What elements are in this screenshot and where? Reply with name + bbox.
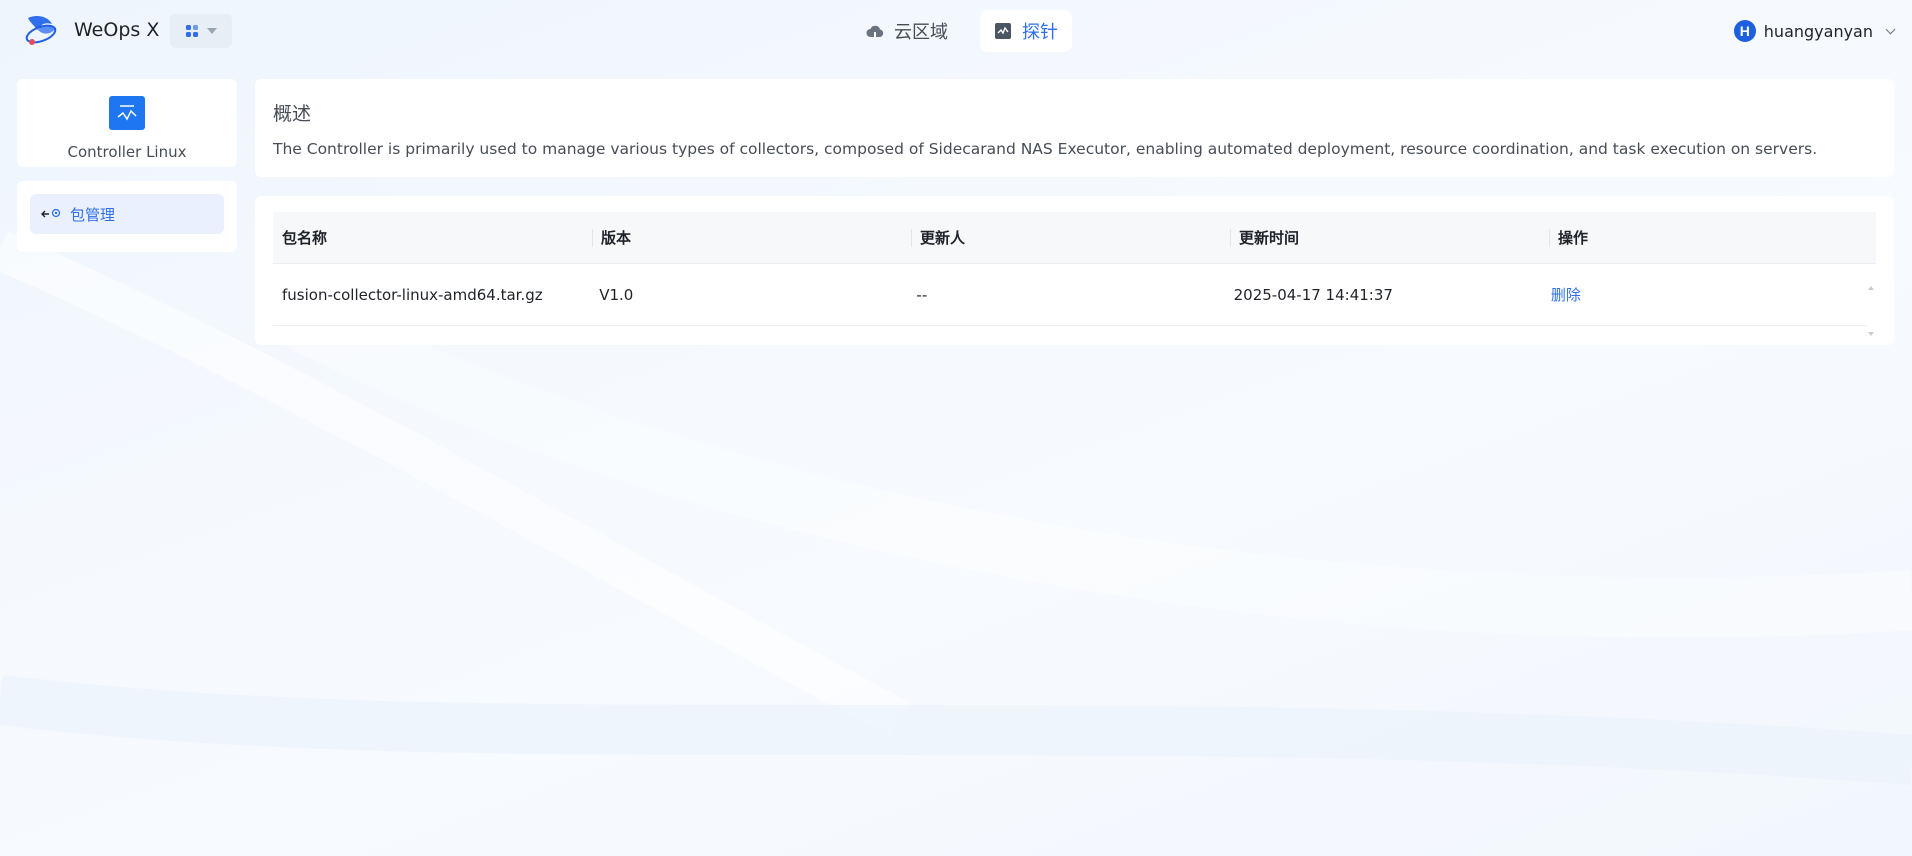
chevron-down-icon (1885, 24, 1896, 34)
table-header: 包名称 版本 更新人 更新时间 操作 (273, 212, 1876, 264)
overview-card: 概述 The Controller is primarily used to m… (255, 79, 1894, 177)
app-switcher-button[interactable] (170, 14, 232, 48)
weops-logo-icon[interactable] (22, 12, 60, 48)
chevron-down-icon (206, 28, 217, 34)
sidebar-item-label: 包管理 (70, 205, 116, 224)
nav-item-label: 云区域 (894, 22, 948, 43)
top-bar: WeOps X 云区域 探针 H huangyanyan (0, 0, 1912, 64)
scroll-up-icon[interactable] (1868, 286, 1874, 290)
delete-button[interactable]: 删除 (1542, 284, 1867, 305)
scroll-down-icon[interactable] (1868, 332, 1874, 336)
table-row: fusion-collector-linux-amd64.tar.gz V1.0… (273, 264, 1867, 326)
package-icon (41, 208, 61, 218)
user-name: huangyanyan (1763, 21, 1873, 41)
controller-icon (109, 96, 145, 130)
cell-updated-at: 2025-04-17 14:41:37 (1233, 285, 1393, 304)
avatar: H (1733, 20, 1756, 42)
cell-package-name: fusion-collector-linux-amd64.tar.gz (282, 285, 543, 304)
app-name: WeOps X (74, 19, 160, 41)
package-table: 包名称 版本 更新人 更新时间 操作 fusion-collector-linu… (273, 212, 1876, 336)
user-menu[interactable]: H huangyanyan (1733, 20, 1896, 42)
package-table-card: 包名称 版本 更新人 更新时间 操作 fusion-collector-linu… (255, 196, 1894, 345)
overview-description: The Controller is primarily used to mana… (273, 140, 1818, 158)
cell-version: V1.0 (599, 285, 634, 304)
cell-updater: -- (916, 285, 928, 304)
overview-title: 概述 (273, 103, 312, 125)
main-nav: 云区域 探针 (852, 10, 1072, 52)
side-menu: 包管理 (17, 181, 237, 252)
cloud-icon (866, 25, 884, 37)
probe-icon (995, 23, 1011, 39)
controller-card: Controller Linux (17, 79, 237, 167)
apps-grid-icon (185, 24, 199, 38)
column-header-updated-at: 更新时间 (1230, 212, 1549, 263)
column-header-version: 版本 (592, 212, 911, 263)
controller-name: Controller Linux (67, 143, 187, 161)
nav-item-cloud-region[interactable]: 云区域 (852, 10, 962, 52)
nav-item-probe[interactable]: 探针 (980, 10, 1072, 52)
column-header-actions: 操作 (1549, 212, 1876, 263)
nav-item-label: 探针 (1022, 22, 1058, 43)
column-header-name: 包名称 (282, 229, 328, 247)
sidebar-item-package-management[interactable]: 包管理 (30, 194, 224, 234)
column-header-updater: 更新人 (911, 212, 1230, 263)
